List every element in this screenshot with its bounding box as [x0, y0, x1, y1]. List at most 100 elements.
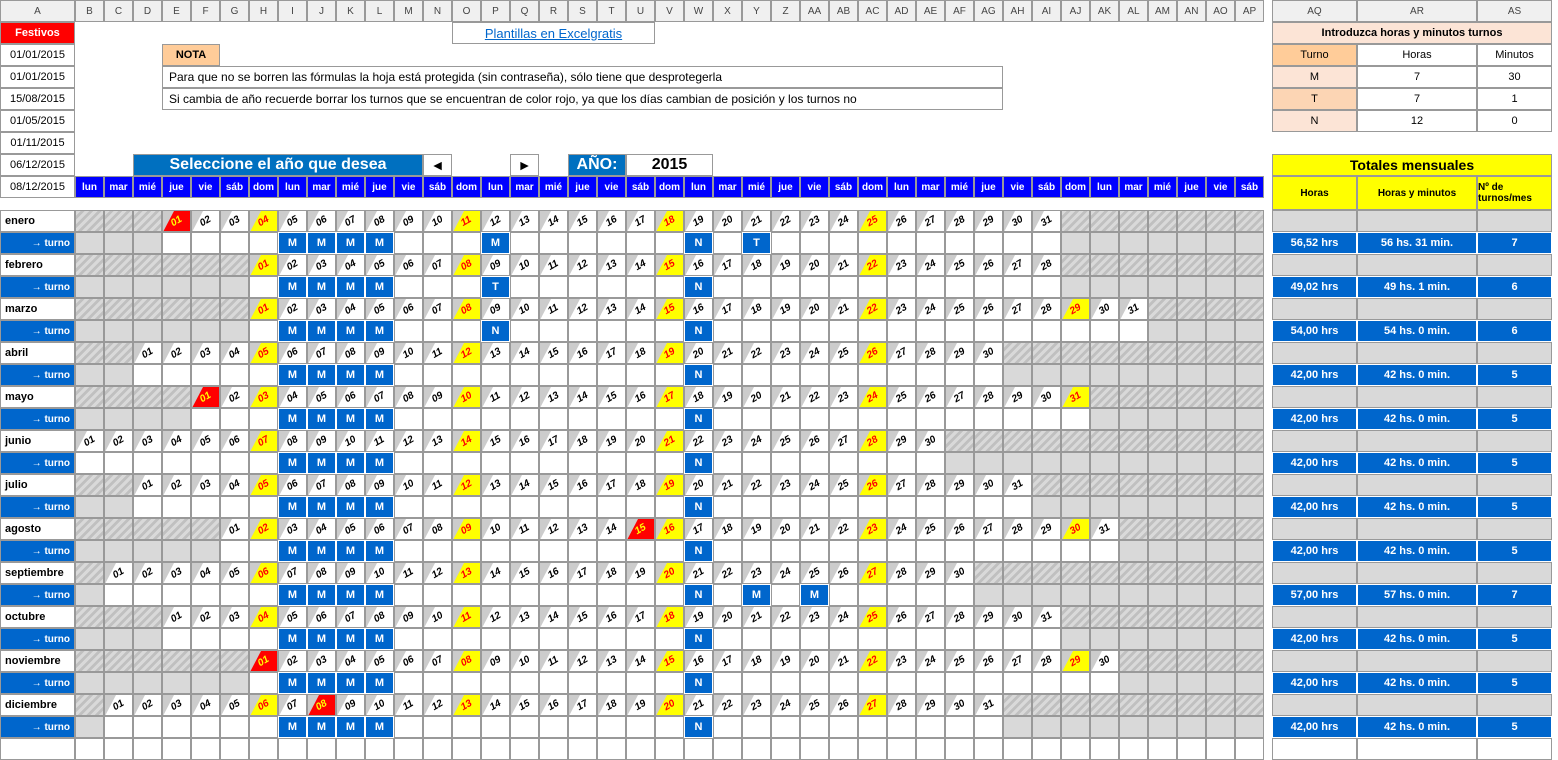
- shift-cell[interactable]: [510, 232, 539, 254]
- day-cell[interactable]: 04: [191, 562, 220, 584]
- day-cell[interactable]: 19: [655, 474, 684, 496]
- shift-cell[interactable]: [887, 364, 916, 386]
- day-cell[interactable]: 12: [452, 342, 481, 364]
- shift-cell[interactable]: [626, 628, 655, 650]
- day-cell[interactable]: 04: [278, 386, 307, 408]
- day-cell[interactable]: 28: [945, 606, 974, 628]
- shift-cell[interactable]: [191, 452, 220, 474]
- day-cell[interactable]: 22: [858, 254, 887, 276]
- day-cell[interactable]: 09: [365, 342, 394, 364]
- shift-cell[interactable]: M: [278, 408, 307, 430]
- shift-cell[interactable]: [133, 716, 162, 738]
- shift-cell[interactable]: [655, 672, 684, 694]
- day-cell[interactable]: 26: [829, 562, 858, 584]
- shift-cell[interactable]: [510, 496, 539, 518]
- shift-cell[interactable]: [394, 320, 423, 342]
- day-cell[interactable]: 02: [162, 342, 191, 364]
- day-cell[interactable]: 31: [1032, 210, 1061, 232]
- day-cell[interactable]: 18: [568, 430, 597, 452]
- day-cell[interactable]: 25: [800, 694, 829, 716]
- day-cell[interactable]: 28: [887, 562, 916, 584]
- day-cell[interactable]: 08: [394, 386, 423, 408]
- shift-cell[interactable]: [1032, 672, 1061, 694]
- holiday-date[interactable]: 01/05/2015: [0, 110, 75, 132]
- day-cell[interactable]: 28: [974, 386, 1003, 408]
- shift-cell[interactable]: [249, 452, 278, 474]
- shift-cell[interactable]: M: [278, 628, 307, 650]
- day-cell[interactable]: 20: [655, 694, 684, 716]
- day-cell[interactable]: 05: [365, 650, 394, 672]
- day-cell[interactable]: 08: [278, 430, 307, 452]
- shift-cell[interactable]: [945, 628, 974, 650]
- day-cell[interactable]: 29: [1061, 650, 1090, 672]
- day-cell[interactable]: 08: [452, 298, 481, 320]
- shift-cell[interactable]: [916, 584, 945, 606]
- shift-cell[interactable]: [858, 232, 887, 254]
- shift-cell[interactable]: [510, 276, 539, 298]
- shift-cell[interactable]: [1032, 276, 1061, 298]
- shift-cell[interactable]: M: [307, 496, 336, 518]
- day-cell[interactable]: 02: [191, 606, 220, 628]
- day-cell[interactable]: 04: [336, 254, 365, 276]
- day-cell[interactable]: 17: [568, 562, 597, 584]
- shift-cell[interactable]: [858, 540, 887, 562]
- shift-cell[interactable]: M: [307, 672, 336, 694]
- shift-cell[interactable]: [220, 496, 249, 518]
- shift-cell[interactable]: [220, 584, 249, 606]
- shift-hours[interactable]: 7: [1357, 66, 1477, 88]
- day-cell[interactable]: 03: [162, 562, 191, 584]
- shift-cell[interactable]: [655, 628, 684, 650]
- shift-cell[interactable]: [162, 584, 191, 606]
- day-cell[interactable]: 04: [307, 518, 336, 540]
- day-cell[interactable]: 19: [771, 254, 800, 276]
- day-cell[interactable]: 07: [336, 606, 365, 628]
- day-cell[interactable]: 16: [684, 650, 713, 672]
- shift-cell[interactable]: [1032, 320, 1061, 342]
- day-cell[interactable]: 06: [278, 342, 307, 364]
- shift-cell[interactable]: [626, 716, 655, 738]
- day-cell[interactable]: 03: [191, 474, 220, 496]
- shift-cell[interactable]: [887, 276, 916, 298]
- day-cell[interactable]: 05: [220, 562, 249, 584]
- day-cell[interactable]: 08: [452, 650, 481, 672]
- day-cell[interactable]: 23: [771, 474, 800, 496]
- day-cell[interactable]: 14: [568, 386, 597, 408]
- day-cell[interactable]: 27: [829, 430, 858, 452]
- day-cell[interactable]: 16: [684, 254, 713, 276]
- day-cell[interactable]: 19: [713, 386, 742, 408]
- shift-cell[interactable]: [742, 452, 771, 474]
- day-cell[interactable]: 05: [336, 518, 365, 540]
- shift-cell[interactable]: [597, 408, 626, 430]
- day-cell[interactable]: 08: [365, 606, 394, 628]
- day-cell[interactable]: 03: [191, 342, 220, 364]
- shift-cell[interactable]: [249, 408, 278, 430]
- shift-cell[interactable]: [1032, 540, 1061, 562]
- day-cell[interactable]: 03: [220, 210, 249, 232]
- shift-cell[interactable]: [1032, 628, 1061, 650]
- shift-cell[interactable]: [394, 540, 423, 562]
- shift-cell[interactable]: [249, 672, 278, 694]
- day-cell[interactable]: 02: [278, 650, 307, 672]
- day-cell[interactable]: 30: [1061, 518, 1090, 540]
- day-cell[interactable]: 16: [539, 562, 568, 584]
- shift-cell[interactable]: M: [365, 452, 394, 474]
- shift-cell[interactable]: [394, 408, 423, 430]
- shift-hours[interactable]: 7: [1357, 88, 1477, 110]
- shift-cell[interactable]: [568, 584, 597, 606]
- day-cell[interactable]: 17: [626, 606, 655, 628]
- day-cell[interactable]: 17: [568, 694, 597, 716]
- shift-cell[interactable]: [394, 628, 423, 650]
- day-cell[interactable]: 30: [916, 430, 945, 452]
- shift-cell[interactable]: N: [684, 672, 713, 694]
- shift-cell[interactable]: [597, 364, 626, 386]
- day-cell[interactable]: 16: [626, 386, 655, 408]
- day-cell[interactable]: 16: [568, 342, 597, 364]
- shift-cell[interactable]: [510, 364, 539, 386]
- shift-cell[interactable]: M: [278, 276, 307, 298]
- day-cell[interactable]: 18: [626, 342, 655, 364]
- day-cell[interactable]: 14: [481, 562, 510, 584]
- day-cell[interactable]: 21: [742, 606, 771, 628]
- shift-cell[interactable]: [713, 672, 742, 694]
- shift-cell[interactable]: [626, 232, 655, 254]
- day-cell[interactable]: 20: [771, 518, 800, 540]
